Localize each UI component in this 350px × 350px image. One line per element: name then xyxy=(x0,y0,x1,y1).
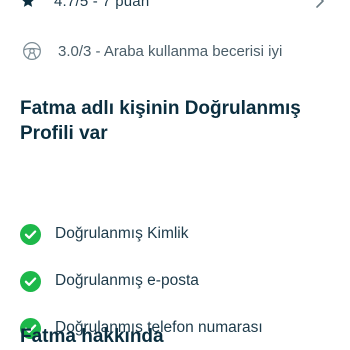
verified-email-label: Doğrulanmış e-posta xyxy=(55,272,199,289)
driving-skill-text: 3.0/3 - Araba kullanma becerisi iyi xyxy=(58,42,283,60)
verified-id-label: Doğrulanmış Kimlik xyxy=(55,225,189,242)
driver-profile-page: 4.7/5 - 7 puan 3.0/3 - Araba kullanma be… xyxy=(0,0,350,350)
steering-wheel-icon xyxy=(23,42,41,60)
chevron-right-icon[interactable] xyxy=(314,0,326,8)
rating-text: 4.7/5 - 7 puan xyxy=(54,0,150,10)
verified-profile-title: Fatma adlı kişinin Doğrulanmış Profili v… xyxy=(20,98,301,144)
about-section-title: Fatma hakkında xyxy=(20,326,164,347)
driving-skill-row: 3.0/3 - Araba kullanma becerisi iyi xyxy=(22,40,282,62)
verified-email-item: Doğrulanmış e-posta xyxy=(20,268,199,294)
check-circle-icon xyxy=(20,223,41,245)
rating-row[interactable]: 4.7/5 - 7 puan xyxy=(20,0,149,12)
star-icon xyxy=(22,0,34,7)
verified-id-item: Doğrulanmış Kimlik xyxy=(20,221,189,247)
check-circle-icon xyxy=(20,270,41,292)
